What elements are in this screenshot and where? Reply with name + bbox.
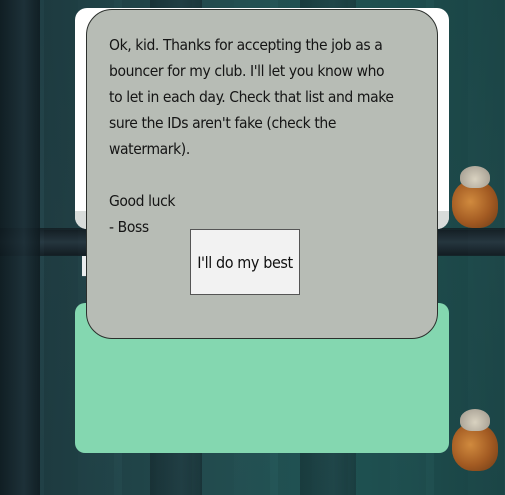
background-pillar [0, 0, 40, 495]
boss-dialog: Ok, kid. Thanks for accepting the job as… [86, 9, 438, 339]
critter-sprite [452, 409, 498, 471]
confirm-button[interactable]: I'll do my best [190, 229, 300, 295]
dialog-message: Ok, kid. Thanks for accepting the job as… [109, 36, 394, 236]
critter-sprite [452, 166, 498, 228]
